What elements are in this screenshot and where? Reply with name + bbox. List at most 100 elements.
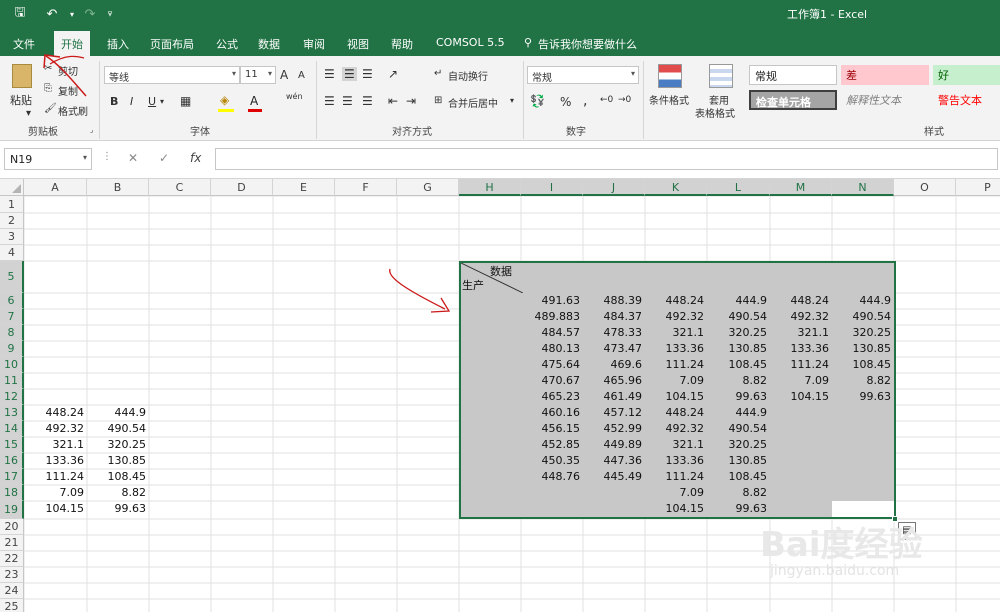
cell-l12[interactable]: 99.63 xyxy=(707,390,768,403)
row-header-6[interactable]: 6 xyxy=(0,293,24,309)
font-size-select[interactable]: 11 ▾ xyxy=(240,66,276,84)
style-good[interactable]: 好 xyxy=(933,65,1000,85)
column-header-e[interactable]: E xyxy=(273,179,335,196)
column-header-f[interactable]: F xyxy=(335,179,397,196)
cell-l16[interactable]: 130.85 xyxy=(707,454,768,467)
align-left-icon[interactable]: ☰ xyxy=(324,94,335,108)
column-header-l[interactable]: L xyxy=(707,179,770,196)
increase-decimal-icon[interactable]: ←0 xyxy=(600,95,613,105)
row-header-10[interactable]: 10 xyxy=(0,357,24,373)
worksheet-grid[interactable]: ABCDEFGHIJKLMNOP 1 2 3 4 5 6 7 8 9 10 11 12 13 14 15 16… xyxy=(0,179,1000,612)
cell-j15[interactable]: 449.89 xyxy=(583,438,643,451)
row-header-15[interactable]: 15 xyxy=(0,437,24,453)
cell-j16[interactable]: 447.36 xyxy=(583,454,643,467)
cell-l13[interactable]: 444.9 xyxy=(707,406,768,419)
font-name-select[interactable]: 等线 ▾ xyxy=(104,66,240,84)
paste-icon[interactable] xyxy=(12,64,32,88)
cell-n8[interactable]: 320.25 xyxy=(832,326,892,339)
cell-k16[interactable]: 133.36 xyxy=(645,454,705,467)
align-bottom-icon[interactable]: ☰ xyxy=(362,67,373,81)
cell-i8[interactable]: 484.57 xyxy=(521,326,581,339)
cell-l19[interactable]: 99.63 xyxy=(707,502,768,515)
cell-l18[interactable]: 8.82 xyxy=(707,486,768,499)
cell-m12[interactable]: 104.15 xyxy=(770,390,830,403)
cell-i6[interactable]: 491.63 xyxy=(521,294,581,307)
formula-input[interactable] xyxy=(215,148,998,170)
clipboard-launcher-icon[interactable]: ⌟ xyxy=(90,126,93,134)
tab-help[interactable]: 帮助 xyxy=(391,36,413,52)
row-header-17[interactable]: 17 xyxy=(0,469,24,485)
paste-button[interactable]: 粘贴 xyxy=(10,92,32,108)
column-header-p[interactable]: P xyxy=(956,179,1000,196)
merge-icon[interactable]: ⊞ xyxy=(434,95,442,106)
cell-m10[interactable]: 111.24 xyxy=(770,358,830,371)
decrease-indent-icon[interactable]: ⇤ xyxy=(388,94,398,108)
chevron-down-icon[interactable]: ▾ xyxy=(160,97,164,106)
row-header-13[interactable]: 13 xyxy=(0,405,24,421)
cell-l6[interactable]: 444.9 xyxy=(707,294,768,307)
cell-j7[interactable]: 484.37 xyxy=(583,310,643,323)
cell-l17[interactable]: 108.45 xyxy=(707,470,768,483)
cell-k18[interactable]: 7.09 xyxy=(645,486,705,499)
cell-n9[interactable]: 130.85 xyxy=(832,342,892,355)
row-header-24[interactable]: 24 xyxy=(0,583,24,599)
column-header-o[interactable]: O xyxy=(894,179,956,196)
column-header-h[interactable]: H xyxy=(459,179,521,196)
style-explanatory[interactable]: 解释性文本 xyxy=(841,90,929,110)
cell-k15[interactable]: 321.1 xyxy=(645,438,705,451)
tab-formulas[interactable]: 公式 xyxy=(216,36,238,52)
cell-j14[interactable]: 452.99 xyxy=(583,422,643,435)
select-all-corner[interactable] xyxy=(0,179,24,196)
name-box[interactable]: N19 ▾ xyxy=(4,148,92,170)
cell-l8[interactable]: 320.25 xyxy=(707,326,768,339)
cell-i14[interactable]: 456.15 xyxy=(521,422,581,435)
cell-b17[interactable]: 108.45 xyxy=(87,470,147,483)
redo-icon[interactable]: ↷ xyxy=(80,4,100,24)
align-center-icon[interactable]: ☰ xyxy=(342,94,353,108)
cell-m8[interactable]: 321.1 xyxy=(770,326,830,339)
cell-i16[interactable]: 450.35 xyxy=(521,454,581,467)
cell-b15[interactable]: 320.25 xyxy=(87,438,147,451)
cell-l7[interactable]: 490.54 xyxy=(707,310,768,323)
align-middle-icon[interactable]: ☰ xyxy=(342,67,357,81)
cell-a17[interactable]: 111.24 xyxy=(24,470,85,483)
cell-b16[interactable]: 130.85 xyxy=(87,454,147,467)
row-header-4[interactable]: 4 xyxy=(0,245,24,261)
cell-a18[interactable]: 7.09 xyxy=(24,486,85,499)
tab-file[interactable]: 文件 xyxy=(13,36,35,52)
cell-k11[interactable]: 7.09 xyxy=(645,374,705,387)
cell-i12[interactable]: 465.23 xyxy=(521,390,581,403)
underline-button[interactable]: U xyxy=(148,95,156,108)
cell-b14[interactable]: 490.54 xyxy=(87,422,147,435)
italic-button[interactable]: I xyxy=(130,95,133,108)
conditional-format-button[interactable]: 条件格式 xyxy=(649,92,689,107)
cell-k8[interactable]: 321.1 xyxy=(645,326,705,339)
cell-b13[interactable]: 444.9 xyxy=(87,406,147,419)
column-header-g[interactable]: G xyxy=(397,179,459,196)
column-header-n[interactable]: N xyxy=(832,179,894,196)
cell-a14[interactable]: 492.32 xyxy=(24,422,85,435)
row-header-8[interactable]: 8 xyxy=(0,325,24,341)
cell-j11[interactable]: 465.96 xyxy=(583,374,643,387)
row-header-3[interactable]: 3 xyxy=(0,229,24,245)
bold-button[interactable]: B xyxy=(110,95,118,108)
orientation-icon[interactable]: ↗ xyxy=(388,67,398,81)
grow-font-button[interactable]: A xyxy=(280,68,288,82)
column-header-a[interactable]: A xyxy=(24,179,87,196)
cell-k13[interactable]: 448.24 xyxy=(645,406,705,419)
align-top-icon[interactable]: ☰ xyxy=(324,67,335,81)
column-header-m[interactable]: M xyxy=(770,179,832,196)
cell-j8[interactable]: 478.33 xyxy=(583,326,643,339)
column-header-c[interactable]: C xyxy=(149,179,211,196)
tab-view[interactable]: 视图 xyxy=(347,36,369,52)
tab-data[interactable]: 数据 xyxy=(258,36,280,52)
cell-a16[interactable]: 133.36 xyxy=(24,454,85,467)
row-header-22[interactable]: 22 xyxy=(0,551,24,567)
cell-n12[interactable]: 99.63 xyxy=(832,390,892,403)
cell-a13[interactable]: 448.24 xyxy=(24,406,85,419)
cell-b18[interactable]: 8.82 xyxy=(87,486,147,499)
cell-m6[interactable]: 448.24 xyxy=(770,294,830,307)
cell-k14[interactable]: 492.32 xyxy=(645,422,705,435)
row-header-16[interactable]: 16 xyxy=(0,453,24,469)
format-painter-icon[interactable]: 🖌 xyxy=(44,103,57,114)
